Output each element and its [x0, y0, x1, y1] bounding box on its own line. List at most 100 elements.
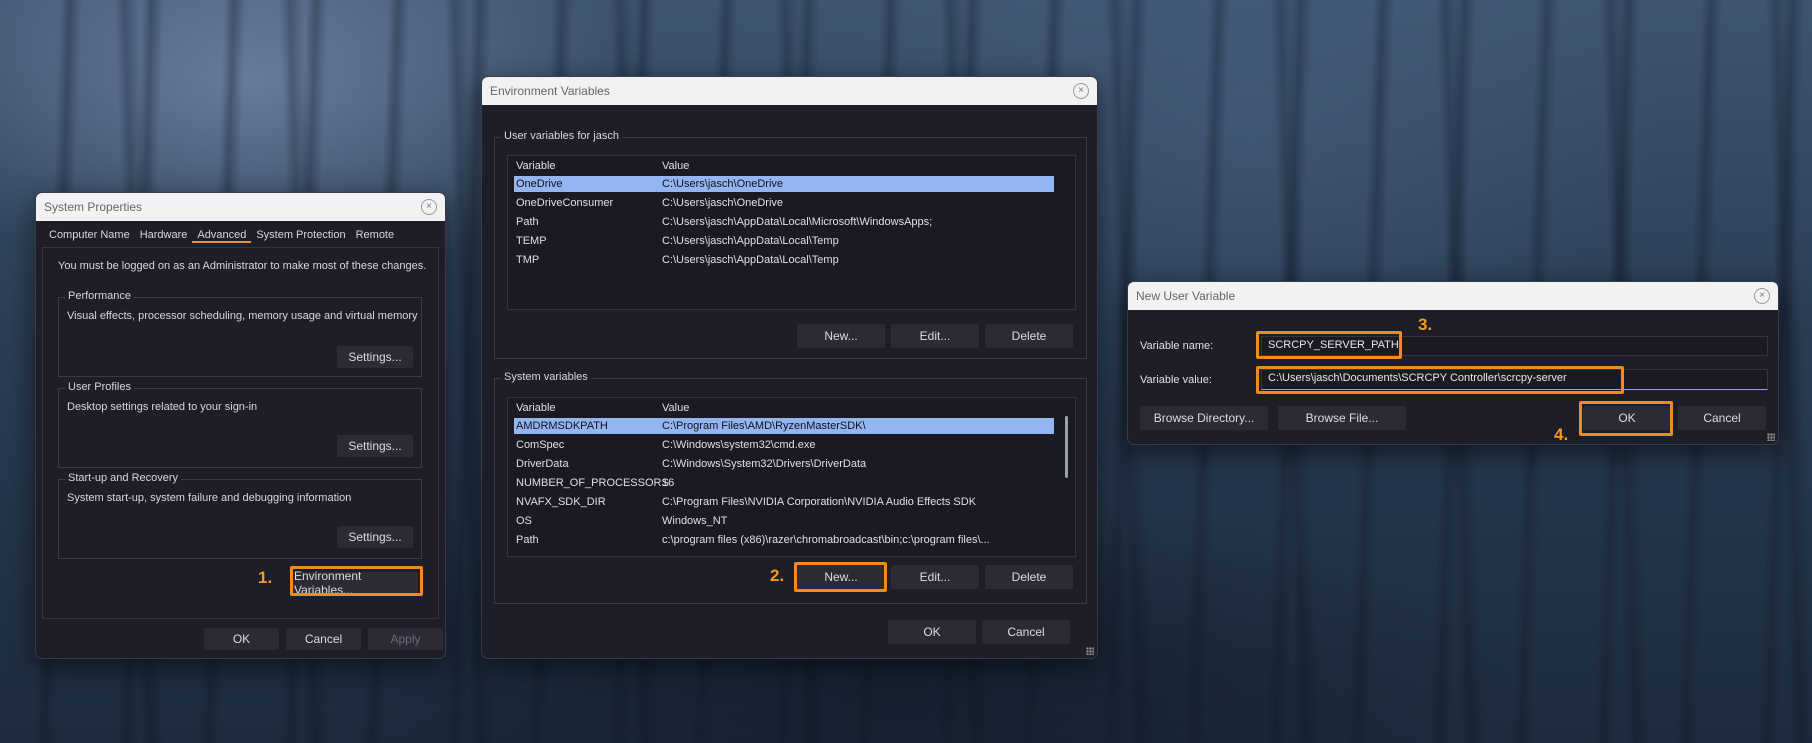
row-name: OneDriveConsumer [516, 197, 614, 209]
table-row[interactable]: OneDrive C:\Users\jasch\OneDrive [514, 176, 1054, 192]
tab-remote[interactable]: Remote [351, 227, 400, 243]
row-name: OneDrive [516, 178, 563, 190]
row-value: Windows_NT [662, 515, 728, 527]
environment-variables-ok-button[interactable]: OK [888, 620, 976, 644]
new-user-variable-ok-button[interactable]: OK [1583, 406, 1671, 430]
new-user-variable-dialog: New User Variable × Variable name: SCRCP… [1127, 281, 1779, 445]
column-value[interactable]: Value [662, 402, 689, 414]
column-variable[interactable]: Variable [516, 402, 556, 414]
new-user-variable-title: New User Variable [1136, 289, 1236, 303]
variable-value-field[interactable]: C:\Users\jasch\Documents\SCRCPY Controll… [1261, 369, 1768, 390]
new-user-variable-cancel-button[interactable]: Cancel [1678, 406, 1766, 430]
user-variables-list[interactable]: Variable Value OneDrive C:\Users\jasch\O… [507, 155, 1076, 310]
close-icon[interactable]: × [1073, 83, 1089, 99]
system-edit-button[interactable]: Edit... [891, 565, 979, 589]
user-profiles-settings-button[interactable]: Settings... [337, 435, 413, 457]
close-icon[interactable]: × [421, 199, 437, 215]
row-value: C:\Users\jasch\OneDrive [662, 178, 784, 190]
table-row[interactable]: DriverData C:\Windows\System32\Drivers\D… [514, 456, 1054, 472]
user-profiles-title: User Profiles [65, 381, 134, 393]
browse-file-button[interactable]: Browse File... [1278, 406, 1406, 430]
system-properties-dialog: System Properties × Computer Name Hardwa… [35, 192, 446, 659]
system-variables-group: System variables Variable Value AMDRMSDK… [494, 371, 1087, 604]
row-value: C:\Users\jasch\AppData\Local\Temp [662, 254, 839, 266]
startup-recovery-settings-button[interactable]: Settings... [337, 526, 413, 548]
environment-variables-title: Environment Variables [490, 84, 610, 98]
table-row[interactable]: TEMP C:\Users\jasch\AppData\Local\Temp [514, 233, 1054, 249]
system-new-button[interactable]: New... [797, 565, 885, 589]
row-value: C:\Windows\System32\Drivers\DriverData [662, 458, 867, 470]
table-row[interactable]: Path C:\Users\jasch\AppData\Local\Micros… [514, 214, 1054, 230]
system-list-scrollbar[interactable] [1065, 416, 1068, 478]
row-value: C:\Users\jasch\AppData\Local\Temp [662, 235, 839, 247]
row-name: TEMP [516, 235, 547, 247]
step-1-label: 1. [258, 568, 273, 587]
environment-variables-cancel-button[interactable]: Cancel [982, 620, 1070, 644]
system-properties-cancel-button[interactable]: Cancel [286, 628, 361, 650]
table-row[interactable]: AMDRMSDKPATH C:\Program Files\AMD\RyzenM… [514, 418, 1054, 434]
row-value: C:\Windows\system32\cmd.exe [662, 439, 816, 451]
tab-computer-name[interactable]: Computer Name [44, 227, 135, 243]
row-name: NUMBER_OF_PROCESSORS [516, 477, 669, 489]
startup-recovery-title: Start-up and Recovery [65, 472, 182, 484]
table-row[interactable]: Path c:\program files (x86)\razer\chroma… [514, 532, 1054, 548]
system-variables-list[interactable]: Variable Value AMDRMSDKPATH C:\Program F… [507, 397, 1076, 557]
column-value[interactable]: Value [662, 160, 689, 172]
user-new-button[interactable]: New... [797, 324, 885, 348]
row-value: C:\Program Files\NVIDIA Corporation\NVID… [662, 496, 977, 508]
row-value: C:\Users\jasch\AppData\Local\Microsoft\W… [662, 216, 933, 228]
variable-name-field[interactable]: SCRCPY_SERVER_PATH [1261, 336, 1768, 356]
performance-title: Performance [65, 290, 134, 302]
step-2-label: 2. [770, 566, 785, 585]
user-variables-title: User variables for jasch [501, 130, 622, 142]
table-row[interactable]: NVAFX_SDK_DIR C:\Program Files\NVIDIA Co… [514, 494, 1054, 510]
resize-grip-icon[interactable] [1086, 647, 1094, 655]
environment-variables-dialog: Environment Variables × User variables f… [481, 76, 1098, 659]
performance-desc: Visual effects, processor scheduling, me… [67, 310, 418, 322]
row-value: 16 [662, 477, 675, 489]
system-properties-tabs: Computer Name Hardware Advanced System P… [44, 227, 399, 245]
system-delete-button[interactable]: Delete [985, 565, 1073, 589]
user-profiles-group: User Profiles Desktop settings related t… [58, 381, 422, 468]
close-icon[interactable]: × [1754, 288, 1770, 304]
environment-variables-button[interactable]: Environment Variables... [293, 569, 418, 597]
variable-name-label: Variable name: [1140, 340, 1214, 352]
resize-grip-icon[interactable] [1767, 433, 1775, 441]
column-variable[interactable]: Variable [516, 160, 556, 172]
row-name: TMP [516, 254, 540, 266]
table-row[interactable]: NUMBER_OF_PROCESSORS 16 [514, 475, 1054, 491]
system-properties-titlebar[interactable]: System Properties × [36, 193, 445, 221]
table-row[interactable]: OneDriveConsumer C:\Users\jasch\OneDrive [514, 195, 1054, 211]
row-name: NVAFX_SDK_DIR [516, 496, 606, 508]
row-name: DriverData [516, 458, 569, 470]
row-name: ComSpec [516, 439, 565, 451]
system-properties-apply-button[interactable]: Apply [368, 628, 443, 650]
user-delete-button[interactable]: Delete [985, 324, 1073, 348]
list-header: Variable Value [514, 402, 1069, 416]
row-value: C:\Users\jasch\OneDrive [662, 197, 784, 209]
table-row[interactable]: OS Windows_NT [514, 513, 1054, 529]
user-edit-button[interactable]: Edit... [891, 324, 979, 348]
row-value: c:\program files (x86)\razer\chromabroad… [662, 534, 990, 546]
table-row[interactable]: TMP C:\Users\jasch\AppData\Local\Temp [514, 252, 1054, 268]
row-name: Path [516, 216, 539, 228]
startup-recovery-group: Start-up and Recovery System start-up, s… [58, 472, 422, 559]
user-profiles-desc: Desktop settings related to your sign-in [67, 401, 258, 413]
table-row[interactable]: ComSpec C:\Windows\system32\cmd.exe [514, 437, 1054, 453]
performance-settings-button[interactable]: Settings... [337, 346, 413, 368]
environment-variables-titlebar[interactable]: Environment Variables × [482, 77, 1097, 105]
tab-hardware[interactable]: Hardware [135, 227, 193, 243]
system-variables-title: System variables [501, 371, 591, 383]
performance-group: Performance Visual effects, processor sc… [58, 290, 422, 377]
admin-note: You must be logged on as an Administrato… [58, 260, 427, 272]
row-name: AMDRMSDKPATH [516, 420, 608, 432]
tab-advanced[interactable]: Advanced [192, 227, 252, 243]
browse-directory-button[interactable]: Browse Directory... [1140, 406, 1268, 430]
system-properties-ok-button[interactable]: OK [204, 628, 279, 650]
user-variables-group: User variables for jasch Variable Value … [494, 130, 1087, 359]
variable-value-label: Variable value: [1140, 374, 1212, 386]
new-user-variable-titlebar[interactable]: New User Variable × [1128, 282, 1778, 310]
row-name: Path [516, 534, 539, 546]
tab-system-protection[interactable]: System Protection [251, 227, 350, 243]
row-name: OS [516, 515, 532, 527]
